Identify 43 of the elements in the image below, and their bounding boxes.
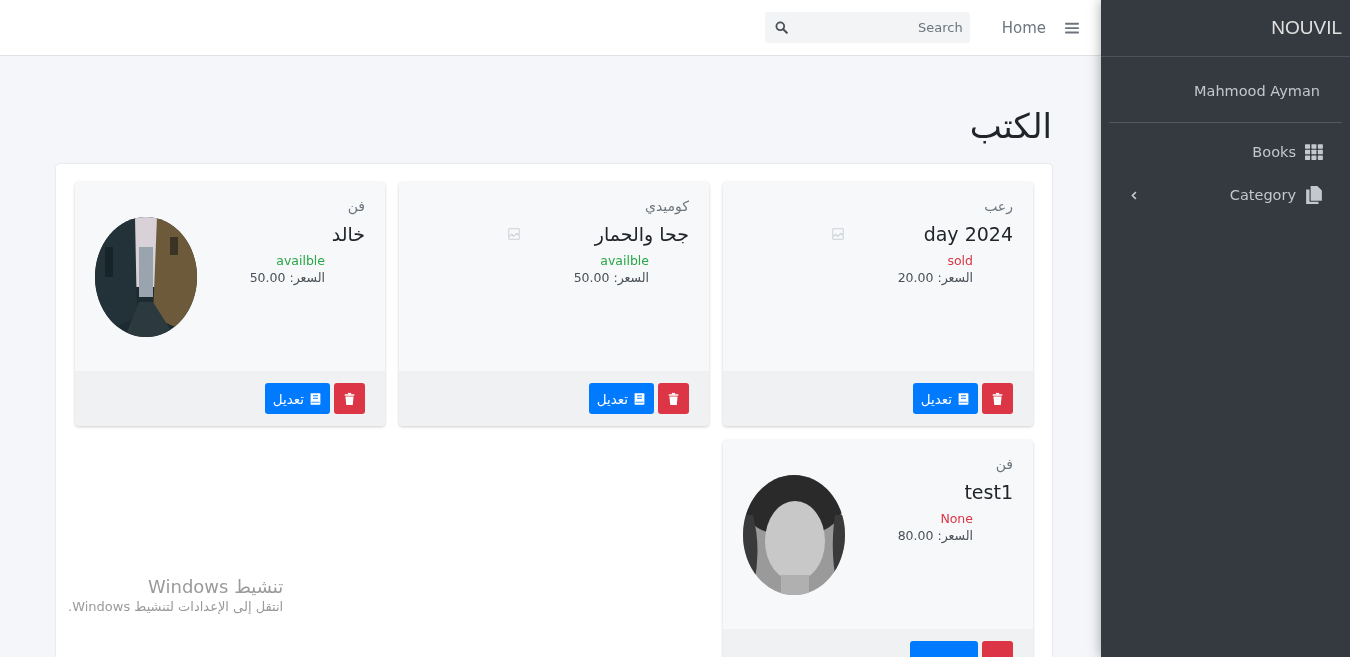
book-status: availble (599, 253, 649, 269)
book-price: السعر: 50.00 (248, 270, 325, 286)
book-icon (957, 391, 970, 406)
delete-button[interactable] (334, 383, 365, 415)
edit-button[interactable]: تعديل (588, 383, 654, 415)
activation-message: انتقل إلى الإعدادات لتنشيط Windows. (68, 599, 284, 614)
activation-title: تنشيط Windows (147, 576, 284, 597)
search-field[interactable]: Search (764, 12, 970, 43)
book-category: رعب (983, 198, 1013, 215)
book-price: السعر: 80.00 (896, 528, 973, 544)
grid-icon (1305, 143, 1323, 161)
book-icon (633, 391, 646, 406)
page-title: الكتب (968, 108, 1052, 146)
book-title: day 2024 (922, 223, 1013, 246)
user-name[interactable]: Mahmood Ayman (1194, 83, 1320, 99)
edit-button[interactable]: تعديل (912, 383, 978, 415)
broken-image-icon (831, 227, 845, 242)
book-price: السعر: 20.00 (896, 270, 973, 286)
menu-icon[interactable] (1065, 20, 1079, 35)
sidebar-item[interactable]: Category (1109, 180, 1342, 210)
copy-icon (1305, 186, 1323, 204)
book-title: خالد (330, 223, 365, 246)
search-icon[interactable] (774, 21, 788, 34)
book-status: sold (946, 253, 973, 269)
trash-icon (991, 391, 1004, 406)
brand-logo-text[interactable]: NOUVIL (1271, 17, 1350, 39)
book-title: test1 (963, 481, 1013, 504)
broken-image-icon (507, 227, 521, 242)
delete-button[interactable] (982, 383, 1013, 415)
book-icon (309, 391, 322, 406)
trash-icon (667, 391, 680, 406)
trash-icon (343, 391, 356, 406)
book-category: فن (346, 198, 365, 215)
sidebar-item[interactable]: Books (1109, 137, 1342, 167)
book-status: availble (275, 253, 325, 269)
book-category: فن (994, 456, 1013, 473)
book-title: جحا والحمار (593, 223, 689, 246)
book-category: كوميدي (644, 198, 689, 215)
book-status: None (939, 511, 973, 527)
edit-button[interactable]: تعديل (264, 383, 330, 415)
book-price: السعر: 50.00 (572, 270, 649, 286)
delete-button[interactable] (658, 383, 689, 415)
home-link[interactable]: Home (1001, 18, 1046, 37)
